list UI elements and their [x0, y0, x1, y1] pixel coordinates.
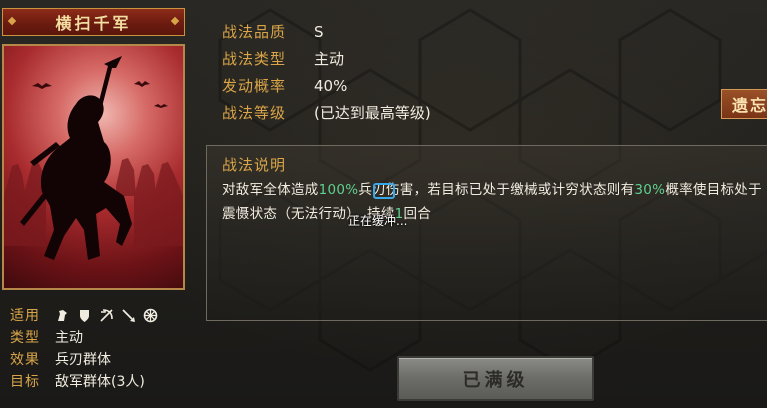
bow-icon — [99, 308, 114, 323]
level-row: 战法等级 (已达到最高等级) — [222, 99, 431, 126]
spear-icon — [121, 308, 136, 323]
chance-percent: 30% — [634, 182, 666, 198]
target-value: 敌军群体(3人) — [55, 374, 145, 390]
applicable-row: 适用 — [10, 304, 158, 326]
level-value: (已达到最高等级) — [314, 104, 431, 122]
skill-type-value: 主动 — [314, 50, 345, 68]
rate-value: 40% — [314, 76, 348, 95]
rate-label: 发动概率 — [222, 77, 287, 95]
max-level-button[interactable]: 已满级 — [397, 356, 594, 401]
buffering-text: 正在缓冲... — [348, 214, 408, 228]
level-label: 战法等级 — [222, 104, 287, 122]
description-text: 对敌军全体造成100%兵刃伤害，若目标已处于缴械或计穷状态则有30%概率使目标处… — [222, 178, 762, 226]
target-row: 目标 敌军群体(3人) — [10, 370, 158, 392]
description-title: 战法说明 — [222, 156, 287, 174]
skill-type-label: 战法类型 — [222, 50, 287, 68]
quality-label: 战法品质 — [222, 23, 287, 41]
applicable-label: 适用 — [10, 308, 40, 324]
skill-type-row: 战法类型 主动 — [222, 45, 431, 72]
skill-info: 战法品质 S 战法类型 主动 发动概率 40% 战法等级 (已达到最高等级) — [222, 18, 431, 126]
forget-button[interactable]: 遗忘 — [721, 89, 767, 119]
effect-row: 效果 兵刃群体 — [10, 348, 158, 370]
shield-icon — [77, 308, 92, 323]
effect-label: 效果 — [10, 352, 40, 368]
skill-attributes: 适用 类型 主动 效果 兵刃群体 目标 敌军群体(3人) — [10, 304, 158, 392]
skill-title-bar: 横扫千军 — [2, 8, 185, 36]
target-label: 目标 — [10, 374, 40, 390]
type-label: 类型 — [10, 330, 40, 346]
rate-row: 发动概率 40% — [222, 72, 431, 99]
quality-row: 战法品质 S — [222, 18, 431, 45]
description-part-4: 回合 — [403, 206, 432, 222]
applicable-units — [55, 308, 158, 323]
wheel-icon — [143, 308, 158, 323]
quality-value: S — [314, 22, 324, 41]
skill-portrait — [2, 44, 185, 290]
description-part-1: 对敌军全体造成 — [222, 182, 319, 198]
buffering-icon — [373, 183, 395, 199]
cavalry-icon — [55, 308, 70, 323]
skill-name: 横扫千军 — [55, 14, 132, 33]
damage-percent: 100% — [318, 182, 359, 198]
description-part-2: 兵刃伤害，若目标已处于缴械或计穷状态则有 — [358, 182, 635, 198]
type-value: 主动 — [55, 330, 83, 346]
type-row: 类型 主动 — [10, 326, 158, 348]
cavalry-silhouette-icon — [4, 56, 183, 260]
effect-value: 兵刃群体 — [55, 352, 111, 368]
description-panel: 战法说明 对敌军全体造成100%兵刃伤害，若目标已处于缴械或计穷状态则有30%概… — [206, 145, 767, 321]
